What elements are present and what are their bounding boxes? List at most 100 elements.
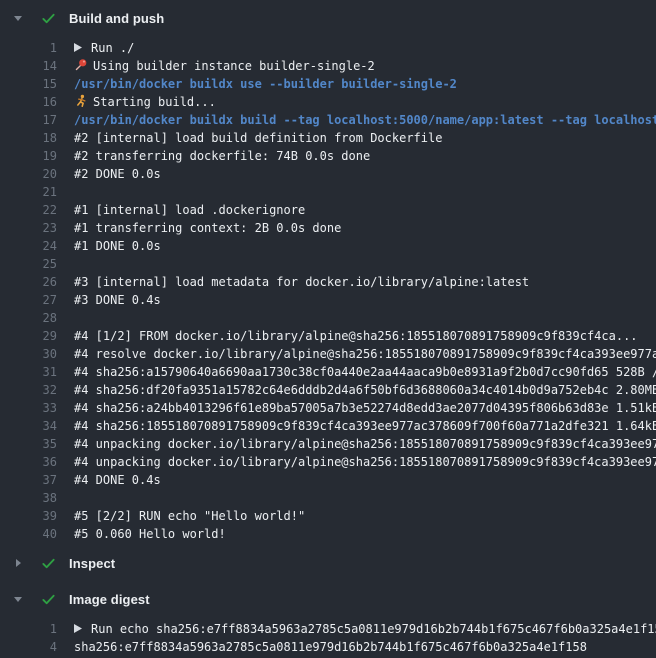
line-number[interactable]: 39 (0, 507, 57, 525)
log-lines-build-and-push: 1 Run ./ 14 Using builder instance builder-… (0, 36, 656, 545)
section-title: Image digest (69, 592, 150, 607)
line-text-value: #1 DONE 0.0s (74, 239, 161, 253)
line-text-value: #2 transferring dockerfile: 74B 0.0s don… (74, 149, 370, 163)
log-line: 14 Using builder instance builder-single-… (0, 57, 656, 75)
run-arrow-icon[interactable] (74, 39, 82, 48)
check-icon (40, 10, 56, 26)
line-content: Using builder instance builder-single-2 (74, 57, 375, 75)
runner-icon (74, 94, 88, 108)
line-content: #4 DONE 0.4s (74, 471, 161, 489)
section-header-inspect[interactable]: Inspect (0, 545, 656, 581)
line-number[interactable]: 29 (0, 327, 57, 345)
line-number[interactable]: 18 (0, 129, 57, 147)
check-icon (40, 555, 56, 571)
log-line: 27 #3 DONE 0.4s (0, 291, 656, 309)
pushpin-icon (74, 58, 88, 72)
log-line: 40 #5 0.060 Hello world! (0, 525, 656, 543)
log-lines-image-digest: 1 Run echo sha256:e7ff8834a5963a2785c5a08… (0, 617, 656, 658)
log-line: 30 #4 resolve docker.io/library/alpine@sh… (0, 345, 656, 363)
workflow-log: Build and push1Run ./14Using builder ins… (0, 0, 656, 658)
line-number[interactable]: 38 (0, 489, 57, 507)
line-number[interactable]: 1 (0, 620, 57, 638)
line-content: #4 sha256:185518070891758909c9f839cf4ca3… (74, 417, 656, 435)
line-number[interactable]: 24 (0, 237, 57, 255)
line-text-value: #2 [internal] load build definition from… (74, 131, 442, 145)
line-text-value: Run ./ (91, 41, 134, 55)
line-content: #3 DONE 0.4s (74, 291, 161, 309)
line-content: #2 DONE 0.0s (74, 165, 161, 183)
line-text-value: Using builder instance builder-single-2 (93, 59, 375, 73)
line-content: #4 resolve docker.io/library/alpine@sha2… (74, 345, 656, 363)
line-content: Run echo sha256:e7ff8834a5963a2785c5a081… (74, 620, 656, 638)
line-number[interactable]: 34 (0, 417, 57, 435)
line-number[interactable]: 40 (0, 525, 57, 543)
log-line: 1 Run echo sha256:e7ff8834a5963a2785c5a08… (0, 620, 656, 638)
line-number[interactable]: 19 (0, 147, 57, 165)
line-text-value: sha256:e7ff8834a5963a2785c5a0811e979d16b… (74, 640, 587, 654)
line-text-value: #3 DONE 0.4s (74, 293, 161, 307)
line-text-value: #2 DONE 0.0s (74, 167, 161, 181)
line-content: #2 transferring dockerfile: 74B 0.0s don… (74, 147, 370, 165)
line-text-value: #4 sha256:df20fa9351a15782c64e6dddb2d4a6… (74, 383, 656, 397)
line-number[interactable]: 25 (0, 255, 57, 273)
line-content: #5 0.060 Hello world! (74, 525, 226, 543)
line-number[interactable]: 35 (0, 435, 57, 453)
log-line: 20 #2 DONE 0.0s (0, 165, 656, 183)
line-content: #2 [internal] load build definition from… (74, 129, 442, 147)
line-number[interactable]: 30 (0, 345, 57, 363)
line-number[interactable]: 33 (0, 399, 57, 417)
line-text-value: #5 0.060 Hello world! (74, 527, 226, 541)
line-number[interactable]: 15 (0, 75, 57, 93)
log-section-build-and-push: Build and push 1 Run ./ 14 Using builder ins… (0, 0, 656, 545)
line-content: sha256:e7ff8834a5963a2785c5a0811e979d16b… (74, 638, 587, 656)
run-arrow-icon[interactable] (74, 620, 82, 629)
line-number[interactable]: 21 (0, 183, 57, 201)
line-content: #4 unpacking docker.io/library/alpine@sh… (74, 435, 656, 453)
line-number[interactable]: 22 (0, 201, 57, 219)
line-number[interactable]: 36 (0, 453, 57, 471)
line-number[interactable]: 26 (0, 273, 57, 291)
line-content: #4 sha256:a24bb4013296f61e89ba57005a7b3e… (74, 399, 656, 417)
log-line: 24 #1 DONE 0.0s (0, 237, 656, 255)
line-number[interactable]: 31 (0, 363, 57, 381)
line-content: Run ./ (74, 39, 134, 57)
line-text-value: #4 resolve docker.io/library/alpine@sha2… (74, 347, 656, 361)
log-line: 18 #2 [internal] load build definition fr… (0, 129, 656, 147)
line-number[interactable]: 4 (0, 638, 57, 656)
line-number[interactable]: 28 (0, 309, 57, 327)
line-number[interactable]: 32 (0, 381, 57, 399)
line-text-value: #4 unpacking docker.io/library/alpine@sh… (74, 437, 656, 451)
line-text-value: #3 [internal] load metadata for docker.i… (74, 275, 529, 289)
line-number[interactable]: 17 (0, 111, 57, 129)
log-section-image-digest: Image digest 1 Run echo sha256:e7ff8834a59… (0, 581, 656, 658)
log-line: 25 (0, 255, 656, 273)
line-text-value: #4 [1/2] FROM docker.io/library/alpine@s… (74, 329, 638, 343)
line-number[interactable]: 14 (0, 57, 57, 75)
line-content: #4 [1/2] FROM docker.io/library/alpine@s… (74, 327, 638, 345)
log-line: 37 #4 DONE 0.4s (0, 471, 656, 489)
line-number[interactable]: 23 (0, 219, 57, 237)
log-line: 15/usr/bin/docker buildx use --builder b… (0, 75, 656, 93)
log-line: 1 Run ./ (0, 39, 656, 57)
line-text-value: /usr/bin/docker buildx build --tag local… (74, 113, 656, 127)
log-line: 34 #4 sha256:185518070891758909c9f839cf4c… (0, 417, 656, 435)
line-text-value: #4 sha256:a24bb4013296f61e89ba57005a7b3e… (74, 401, 656, 415)
line-number[interactable]: 16 (0, 93, 57, 111)
line-number[interactable]: 27 (0, 291, 57, 309)
log-line: 28 (0, 309, 656, 327)
log-line: 29 #4 [1/2] FROM docker.io/library/alpine… (0, 327, 656, 345)
section-title: Build and push (69, 11, 164, 26)
section-header-image-digest[interactable]: Image digest (0, 581, 656, 617)
line-number[interactable]: 1 (0, 39, 57, 57)
line-text-value: Run echo sha256:e7ff8834a5963a2785c5a081… (91, 622, 656, 636)
caret-down-icon (13, 13, 23, 23)
log-line: 4 sha256:e7ff8834a5963a2785c5a0811e979d16… (0, 638, 656, 656)
section-header-build-and-push[interactable]: Build and push (0, 0, 656, 36)
line-text-value: #4 DONE 0.4s (74, 473, 161, 487)
caret-right-icon (13, 558, 23, 568)
line-number[interactable]: 37 (0, 471, 57, 489)
line-text-value: #4 sha256:a15790640a6690aa1730c38cf0a440… (74, 365, 656, 379)
line-text-value: /usr/bin/docker buildx use --builder bui… (74, 77, 457, 91)
log-line: 39#5 [2/2] RUN echo "Hello world!" (0, 507, 656, 525)
line-number[interactable]: 20 (0, 165, 57, 183)
